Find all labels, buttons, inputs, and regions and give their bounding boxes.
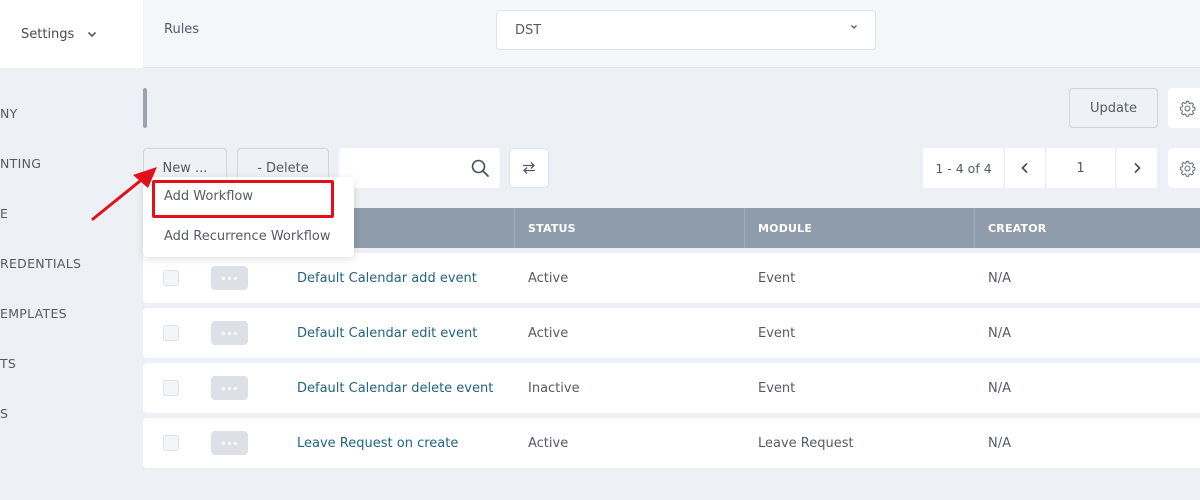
module-cell: Event bbox=[758, 380, 796, 396]
workflow-name-link[interactable]: Default Calendar edit event bbox=[297, 308, 477, 358]
table-row: Default Calendar add event Active Event … bbox=[143, 253, 1200, 303]
creator-cell: N/A bbox=[988, 270, 1011, 286]
chevron-down-icon bbox=[851, 25, 857, 29]
chevron-down-icon bbox=[88, 31, 97, 38]
settings-menu[interactable]: Settings bbox=[0, 0, 143, 68]
status-cell: Active bbox=[528, 435, 569, 451]
search-icon[interactable] bbox=[470, 158, 490, 178]
add-workflow-menu-item[interactable]: Add Workflow bbox=[164, 189, 253, 204]
workflow-name-link[interactable]: Leave Request on create bbox=[297, 418, 458, 468]
module-cell: Event bbox=[758, 270, 796, 286]
row-checkbox[interactable] bbox=[163, 380, 179, 396]
page-title: Rules bbox=[164, 22, 200, 37]
status-cell: Active bbox=[528, 325, 569, 341]
new-menu-dropdown: Add Workflow Add Recurrence Workflow bbox=[143, 177, 354, 257]
row-actions-button[interactable] bbox=[211, 321, 248, 345]
sidebar-item[interactable]: REDENTIALS bbox=[0, 256, 81, 271]
table-row: Leave Request on create Active Leave Req… bbox=[143, 418, 1200, 468]
update-button[interactable]: Update bbox=[1069, 88, 1158, 128]
settings-label: Settings bbox=[21, 26, 75, 42]
sidebar-item[interactable]: NY bbox=[0, 106, 18, 121]
row-actions-button[interactable] bbox=[211, 266, 248, 290]
refresh-button[interactable] bbox=[509, 148, 549, 188]
sidebar-item[interactable]: NTING bbox=[0, 156, 41, 171]
pagination: 1 - 4 of 4 1 bbox=[923, 148, 1157, 188]
gear-icon bbox=[1179, 160, 1196, 177]
column-header-module[interactable]: MODULE bbox=[744, 208, 812, 248]
add-recurrence-workflow-menu-item[interactable]: Add Recurrence Workflow bbox=[164, 229, 331, 244]
creator-cell: N/A bbox=[988, 435, 1011, 451]
settings-button[interactable] bbox=[1168, 88, 1200, 128]
row-checkbox[interactable] bbox=[163, 270, 179, 286]
table-settings-button[interactable] bbox=[1168, 148, 1200, 188]
module-select[interactable]: DST bbox=[496, 10, 876, 50]
sidebar: NY NTING E REDENTIALS EMPLATES TS S bbox=[0, 68, 143, 500]
column-header-status[interactable]: STATUS bbox=[514, 208, 576, 248]
sidebar-item[interactable]: E bbox=[0, 206, 8, 221]
row-checkbox[interactable] bbox=[163, 325, 179, 341]
row-actions-button[interactable] bbox=[211, 376, 248, 400]
module-select-value: DST bbox=[515, 22, 542, 38]
next-page-button[interactable] bbox=[1116, 148, 1157, 188]
gear-icon bbox=[1179, 100, 1196, 117]
chevron-left-icon bbox=[1021, 162, 1028, 174]
module-cell: Event bbox=[758, 325, 796, 341]
creator-cell: N/A bbox=[988, 380, 1011, 396]
search-input[interactable] bbox=[339, 148, 459, 188]
status-cell: Inactive bbox=[528, 380, 580, 396]
scrollbar[interactable] bbox=[143, 88, 147, 128]
sidebar-item[interactable]: TS bbox=[0, 356, 16, 371]
row-checkbox[interactable] bbox=[163, 435, 179, 451]
table-row: Default Calendar edit event Active Event… bbox=[143, 308, 1200, 358]
status-cell: Active bbox=[528, 270, 569, 286]
chevron-right-icon bbox=[1133, 162, 1141, 174]
module-cell: Leave Request bbox=[758, 435, 854, 451]
workflow-name-link[interactable]: Default Calendar add event bbox=[297, 253, 477, 303]
column-header-creator[interactable]: CREATOR bbox=[974, 208, 1046, 248]
table-row: Default Calendar delete event Inactive E… bbox=[143, 363, 1200, 413]
pagination-range: 1 - 4 of 4 bbox=[923, 148, 1005, 188]
sidebar-item[interactable]: S bbox=[0, 406, 8, 421]
top-bar: Settings Rules DST bbox=[0, 0, 1200, 68]
new-button-label: New ... bbox=[162, 160, 208, 176]
swap-arrows-icon bbox=[523, 162, 535, 174]
search-field bbox=[339, 148, 500, 188]
prev-page-button[interactable] bbox=[1005, 148, 1046, 188]
creator-cell: N/A bbox=[988, 325, 1011, 341]
delete-button-label: - Delete bbox=[257, 160, 309, 176]
page-number-input[interactable]: 1 bbox=[1046, 148, 1116, 188]
row-actions-button[interactable] bbox=[211, 431, 248, 455]
workflow-name-link[interactable]: Default Calendar delete event bbox=[297, 363, 493, 413]
update-button-label: Update bbox=[1089, 100, 1138, 116]
sidebar-item[interactable]: EMPLATES bbox=[0, 306, 67, 321]
